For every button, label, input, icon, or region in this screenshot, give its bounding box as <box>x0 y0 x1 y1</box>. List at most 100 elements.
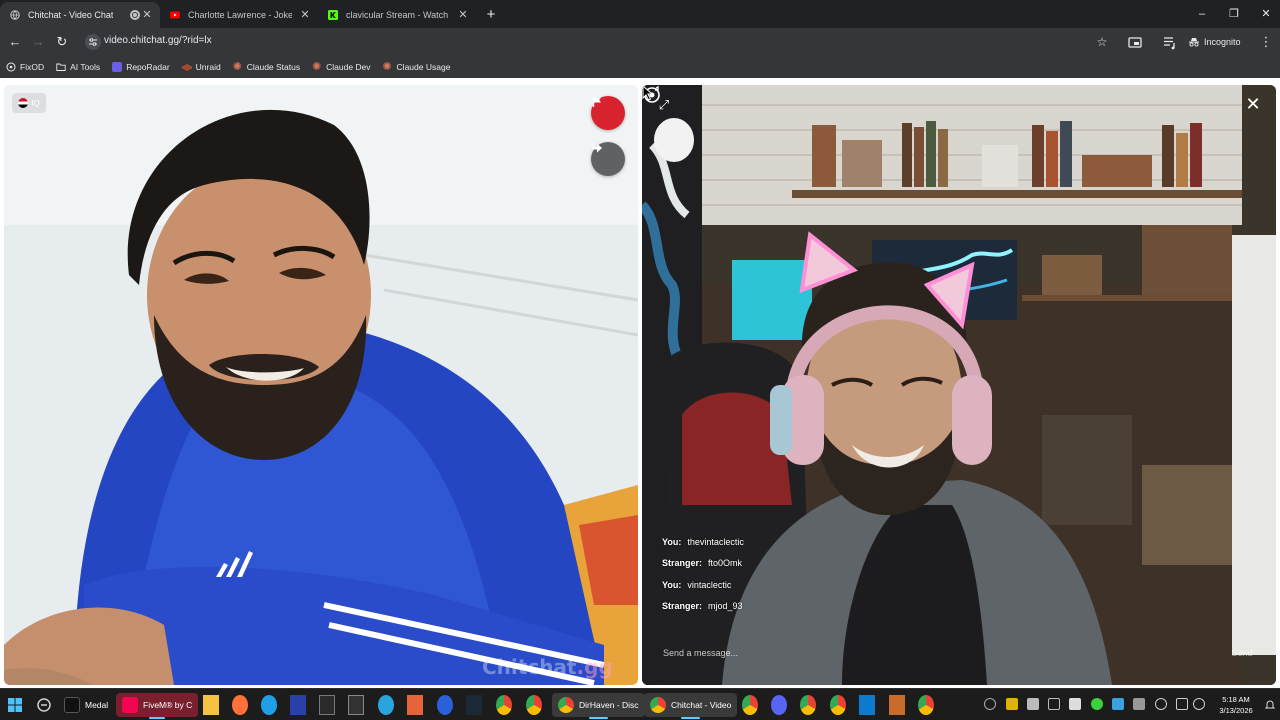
chrome-icon <box>558 697 574 713</box>
tab-charlotte[interactable]: Charlotte Lawrence - Joke's On ✕ <box>160 2 318 28</box>
globe-icon <box>10 10 20 20</box>
system-clock[interactable]: 5:18 AM 3/13/2026 <box>1212 694 1260 716</box>
chat-sender: Stranger: <box>662 558 703 569</box>
mouse-cursor-icon <box>642 85 654 101</box>
clock-date: 3/13/2026 <box>1219 706 1253 715</box>
tab-clavicular[interactable]: clavicular Stream - Watch Live o ✕ <box>318 2 476 28</box>
chrome-icon[interactable] <box>742 695 758 715</box>
chat-text: thevintaclectic <box>687 536 744 547</box>
send-button[interactable]: Send <box>1220 644 1264 662</box>
windows-start-icon[interactable] <box>7 697 23 713</box>
powershell-icon[interactable] <box>290 695 306 715</box>
tab-strip: Chitchat - Video Chat ✕ Charlotte Lawren… <box>0 0 1280 28</box>
microphone-icon[interactable] <box>1155 698 1167 710</box>
forward-button[interactable]: → <box>28 32 48 52</box>
terminal-icon[interactable] <box>319 695 335 715</box>
tray-app-icon[interactable] <box>1133 698 1145 710</box>
taskbar-dirhaven[interactable]: DirHaven - Disc <box>552 693 645 719</box>
bookmark-reporadar[interactable]: RepoRadar <box>112 58 170 76</box>
volume-icon[interactable] <box>1193 698 1205 710</box>
bookmark-label: FixOD <box>20 62 45 72</box>
vscode-icon[interactable] <box>859 695 875 715</box>
chrome-icon[interactable] <box>496 695 512 715</box>
bookmark-claude-usage[interactable]: ✺ Claude Usage <box>383 58 451 76</box>
close-tab-icon[interactable]: ✕ <box>456 8 470 22</box>
bookmarks-bar: FixOD AI Tools RepoRadar Unraid ✺ Claude… <box>0 56 1280 78</box>
fivem-icon <box>122 697 138 713</box>
minimize-button[interactable]: – <box>1186 0 1218 28</box>
close-window-button[interactable]: ✕ <box>1250 0 1280 28</box>
incognito-indicator[interactable]: Incognito <box>1188 33 1241 51</box>
chat-message: Stranger: mjod_93 <box>662 596 962 618</box>
folder-icon <box>56 63 66 71</box>
network-icon[interactable] <box>1176 698 1188 710</box>
tray-app-icon[interactable] <box>984 698 996 710</box>
medal-icon <box>64 697 80 713</box>
media-controls-icon[interactable] <box>1160 32 1180 52</box>
app-store-icon[interactable] <box>437 695 453 715</box>
taskbar-app-label: DirHaven - Disc <box>579 700 639 710</box>
taskbar-app-label: Medal <box>85 700 109 710</box>
cmd-icon[interactable] <box>348 695 364 715</box>
taskbar-fivem[interactable]: FiveM® by C <box>116 693 199 719</box>
back-button[interactable]: ← <box>5 32 25 52</box>
self-video: ⤢ ✕ You: thevintaclectic Stranger: fto0O… <box>642 85 1276 685</box>
firefox-icon[interactable] <box>232 695 248 715</box>
tray-app-icon[interactable] <box>1006 698 1018 710</box>
edge-icon[interactable] <box>261 695 277 715</box>
bookmark-label: Unraid <box>195 62 221 72</box>
reload-button[interactable]: ↻ <box>52 32 72 52</box>
tray-app-icon[interactable] <box>1027 698 1039 710</box>
kick-icon <box>328 10 338 20</box>
tray-app-icon[interactable] <box>1069 698 1081 710</box>
bookmark-ai-tools[interactable]: AI Tools <box>56 58 100 76</box>
address-bar[interactable]: video.chitchat.gg/?rid=lx <box>82 31 1116 53</box>
claude-app-icon[interactable] <box>407 695 423 715</box>
bookmark-star-icon[interactable]: ☆ <box>1092 32 1112 52</box>
tray-app-icon[interactable] <box>1048 698 1060 710</box>
tab-chitchat[interactable]: Chitchat - Video Chat ✕ <box>0 2 160 28</box>
steam-icon[interactable] <box>466 695 482 715</box>
bookmark-label: Claude Status <box>246 62 301 72</box>
chrome-icon[interactable] <box>918 695 934 715</box>
fixod-icon <box>6 62 16 72</box>
report-button[interactable] <box>591 96 625 130</box>
browser-menu-icon[interactable]: ⋮ <box>1258 32 1274 52</box>
taskbar-medal[interactable]: Medal <box>64 695 108 715</box>
taskbar-chitchat[interactable]: Chitchat - Video <box>644 693 738 719</box>
copilot-icon[interactable] <box>36 697 52 713</box>
iraq-flag-icon <box>18 98 29 108</box>
taskbar-app-label: FiveM® by C <box>143 700 193 710</box>
tray-app-icon[interactable] <box>1091 698 1103 710</box>
bookmark-unraid[interactable]: Unraid <box>182 58 221 76</box>
telegram-icon[interactable] <box>378 695 394 715</box>
site-info-icon[interactable] <box>85 34 101 50</box>
chat-text: vintaclectic <box>687 579 732 590</box>
new-tab-button[interactable]: + <box>480 4 502 26</box>
bookmark-claude-status[interactable]: ✺ Claude Status <box>233 58 300 76</box>
chat-text: fto0Omk <box>708 558 743 569</box>
close-chat-icon[interactable]: ✕ <box>1242 93 1264 115</box>
stranger-video-frame <box>4 85 638 685</box>
bookmark-label: AI Tools <box>70 62 101 72</box>
chat-text: mjod_93 <box>708 601 743 612</box>
chrome-profile-icon[interactable] <box>526 695 542 715</box>
notification-bell-icon[interactable] <box>1264 699 1276 711</box>
cast-icon[interactable] <box>1125 32 1145 52</box>
chat-sender: Stranger: <box>662 601 703 612</box>
chitchat-page: IQ Chitchat.gg ⤢ ✕ You: thevintaclectic … <box>0 78 1280 688</box>
close-tab-icon[interactable]: ✕ <box>140 8 154 22</box>
tray-app-icon[interactable] <box>1112 698 1124 710</box>
app-icon[interactable] <box>889 695 905 715</box>
message-input[interactable] <box>650 640 1210 666</box>
restore-button[interactable]: ❐ <box>1218 0 1250 28</box>
close-tab-icon[interactable]: ✕ <box>298 8 312 22</box>
bookmark-fixod[interactable]: FixOD <box>6 58 44 76</box>
file-explorer-icon[interactable] <box>203 695 219 715</box>
next-stranger-button[interactable] <box>591 142 625 176</box>
discord-icon[interactable] <box>771 695 787 715</box>
chrome-icon[interactable] <box>830 695 846 715</box>
bookmark-claude-dev[interactable]: ✺ Claude Dev <box>312 58 370 76</box>
chrome-icon[interactable] <box>800 695 816 715</box>
youtube-icon <box>170 11 180 19</box>
